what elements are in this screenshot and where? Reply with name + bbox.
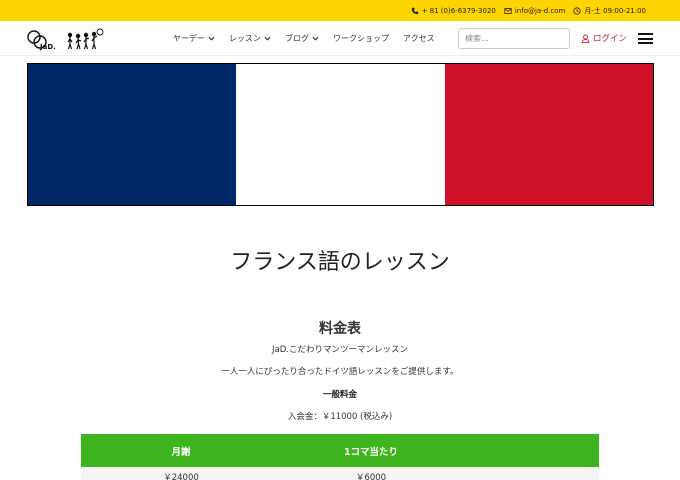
table-row: ￥24000 ￥6000 bbox=[81, 467, 599, 480]
menu-bar: ヤーデー レッスン ブログ ワークショップ アクセス bbox=[166, 21, 442, 56]
menu-item-lessons[interactable]: レッスン bbox=[222, 33, 278, 44]
menu-item-workshop[interactable]: ワークショップ bbox=[326, 33, 396, 44]
header-monthly-fee: 月謝 bbox=[171, 446, 191, 458]
menu-item-label: レッスン bbox=[229, 34, 261, 43]
menu-item-label: ブログ bbox=[285, 34, 309, 43]
entry-fee: 入会金：￥11000 (税込み) bbox=[287, 412, 393, 422]
flag-white-stripe bbox=[236, 64, 445, 205]
main-navigation: JaD. ヤーデー レッスン ブログ ワークショップ アクセス 検索... ログ… bbox=[0, 21, 680, 56]
menu-item-jade[interactable]: ヤーデー bbox=[166, 33, 222, 44]
price-table-heading: 料金表 bbox=[319, 321, 361, 337]
phone-icon bbox=[411, 7, 418, 14]
menu-item-access[interactable]: アクセス bbox=[396, 33, 442, 44]
login-link[interactable]: ログイン bbox=[581, 32, 627, 44]
email-info[interactable]: info@ja-d.com bbox=[504, 6, 566, 15]
chevron-down-icon bbox=[264, 36, 271, 41]
hours-info: 月-土 09:00-21:00 bbox=[573, 6, 646, 16]
opening-hours: 月-土 09:00-21:00 bbox=[584, 6, 646, 15]
page-title: フランス語のレッスン bbox=[230, 250, 450, 275]
cell-monthly-fee: ￥24000 bbox=[163, 473, 199, 480]
menu-item-label: アクセス bbox=[403, 34, 435, 43]
lesson-subtitle: JaD.こだわりマンツーマンレッスン bbox=[272, 345, 408, 355]
chevron-down-icon bbox=[208, 36, 215, 41]
phone-info[interactable]: + 81 (0)6-6379-3020 bbox=[411, 7, 496, 15]
price-table: 月謝 1コマ当たり ￥24000 ￥6000 bbox=[81, 434, 599, 480]
lesson-description: 一人一人にぴったり合ったドイツ語レッスンをご提供します。 bbox=[221, 367, 459, 377]
chevron-down-icon bbox=[312, 36, 319, 41]
hamburger-menu-icon[interactable] bbox=[638, 33, 653, 44]
user-icon bbox=[581, 34, 590, 43]
email-address: info@ja-d.com bbox=[514, 6, 566, 15]
evolution-figures-icon bbox=[67, 28, 104, 50]
logo-text: JaD. bbox=[39, 43, 56, 51]
clock-icon bbox=[573, 6, 581, 15]
menu-item-label: ヤーデー bbox=[173, 34, 205, 43]
phone-number: + 81 (0)6-6379-3020 bbox=[421, 6, 496, 15]
search-input[interactable] bbox=[458, 28, 570, 49]
header-per-lesson: 1コマ当たり bbox=[343, 446, 399, 458]
french-flag-banner bbox=[27, 63, 654, 206]
envelope-icon bbox=[504, 7, 512, 14]
login-label: ログイン bbox=[593, 34, 628, 44]
menu-item-label: ワークショップ bbox=[333, 34, 389, 43]
cell-per-lesson: ￥6000 bbox=[355, 473, 387, 480]
flag-blue-stripe bbox=[28, 64, 237, 205]
top-contact-bar: + 81 (0)6-6379-3020 info@ja-d.com 月-土 09… bbox=[0, 0, 680, 21]
flag-red-stripe bbox=[444, 64, 653, 205]
jad-logo[interactable]: JaD. bbox=[27, 27, 105, 51]
general-fee-label: 一般料金 bbox=[322, 390, 357, 400]
menu-item-blog[interactable]: ブログ bbox=[278, 33, 326, 44]
price-table-header: 月謝 1コマ当たり bbox=[81, 434, 599, 467]
